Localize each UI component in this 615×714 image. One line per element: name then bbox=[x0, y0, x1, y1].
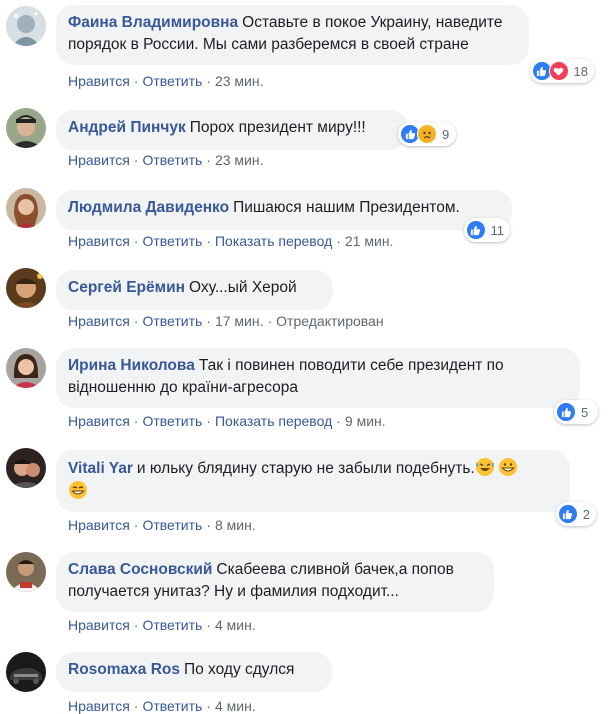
reaction-count: 9 bbox=[442, 126, 450, 142]
avatar[interactable] bbox=[6, 268, 46, 308]
like-icon bbox=[556, 402, 576, 422]
reply-link[interactable]: Ответить bbox=[142, 152, 202, 168]
comment-actions: Нравится · Ответить · 23 мин. bbox=[68, 73, 264, 89]
reply-link[interactable]: Ответить bbox=[142, 698, 202, 714]
like-link[interactable]: Нравится bbox=[68, 517, 130, 533]
timestamp[interactable]: 23 мин. bbox=[215, 73, 264, 89]
reply-link[interactable]: Ответить bbox=[142, 413, 202, 429]
comment-author[interactable]: Андрей Пинчук bbox=[68, 119, 186, 136]
comment-author[interactable]: Ирина Николова bbox=[68, 357, 195, 374]
reply-link[interactable]: Ответить bbox=[142, 617, 202, 633]
avatar[interactable] bbox=[6, 188, 46, 228]
comment-bubble: Андрей Пинчук Порох президент миру!!! bbox=[56, 110, 408, 150]
like-link[interactable]: Нравится bbox=[68, 73, 130, 89]
comment-text: Скабеева сливной бачек,а попов bbox=[216, 561, 454, 578]
comment-actions: Нравится · Ответить · 23 мин. bbox=[68, 152, 264, 168]
reaction-summary[interactable]: 9 bbox=[398, 122, 456, 146]
comment-text: Оху...ый Херой bbox=[188, 279, 297, 296]
like-icon bbox=[558, 504, 578, 524]
timestamp[interactable]: 4 мин. bbox=[215, 698, 256, 714]
comment-actions: Нравится · Ответить · 8 мин. bbox=[68, 517, 256, 533]
comment-author[interactable]: Фаина Владимировна bbox=[68, 14, 238, 31]
comment-text: получается унитаз? Ну и фамилия подходит… bbox=[68, 583, 399, 600]
comment-text: порядок в России. Мы сами разберемся в с… bbox=[68, 36, 469, 53]
translate-link[interactable]: Показать перевод bbox=[215, 233, 332, 249]
grinning-emoji bbox=[498, 458, 517, 476]
avatar[interactable] bbox=[6, 652, 46, 692]
avatar[interactable] bbox=[6, 552, 46, 592]
comment-actions: Нравится · Ответить · 17 мин. · Отредактирован bbox=[68, 313, 384, 329]
comment-actions: Нравится · Ответить · Показать перевод · 21 ми… bbox=[68, 233, 394, 249]
comment-text: Порох президент миру!!! bbox=[189, 119, 366, 136]
reaction-summary[interactable]: 11 bbox=[464, 218, 510, 242]
reply-link[interactable]: Ответить bbox=[142, 73, 202, 89]
avatar[interactable] bbox=[6, 348, 46, 388]
like-link[interactable]: Нравится bbox=[68, 413, 130, 429]
comment-actions: Нравится · Ответить · 4 мин. bbox=[68, 617, 256, 633]
like-link[interactable]: Нравится bbox=[68, 233, 130, 249]
translate-link[interactable]: Показать перевод bbox=[215, 413, 332, 429]
comment-bubble: Сергей Ерёмин Оху...ый Херой bbox=[56, 270, 333, 310]
reply-link[interactable]: Ответить bbox=[142, 517, 202, 533]
like-link[interactable]: Нравится bbox=[68, 152, 130, 168]
comment-author[interactable]: Vitali Yar bbox=[68, 460, 133, 477]
reaction-summary[interactable]: 18 bbox=[530, 59, 594, 83]
timestamp[interactable]: 23 мин. bbox=[215, 152, 264, 168]
comment-author[interactable]: Слава Сосновский bbox=[68, 561, 212, 578]
reaction-count: 5 bbox=[581, 404, 589, 420]
rolling-laughing-emoji bbox=[475, 458, 494, 476]
like-link[interactable]: Нравится bbox=[68, 617, 130, 633]
comment-bubble: Людмила Давиденко Пишаюся нашим Президент… bbox=[56, 190, 512, 230]
beaming-emoji bbox=[69, 481, 87, 499]
comment-author[interactable]: Rosomaxa Ros bbox=[68, 661, 180, 678]
avatar[interactable] bbox=[6, 108, 46, 148]
avatar[interactable] bbox=[6, 448, 46, 488]
comment-actions: Нравится · Ответить · Показать перевод · 9 мин… bbox=[68, 413, 386, 429]
timestamp[interactable]: 8 мин. bbox=[215, 517, 256, 533]
comment-text: Пишаюся нашим Президентом. bbox=[233, 199, 460, 216]
reaction-summary[interactable]: 5 bbox=[554, 400, 598, 424]
reply-link[interactable]: Ответить bbox=[142, 313, 202, 329]
like-link[interactable]: Нравится bbox=[68, 698, 130, 714]
timestamp[interactable]: 9 мин. bbox=[345, 413, 386, 429]
comment-bubble: Rosomaxa Ros По ходу сдулся bbox=[56, 652, 332, 692]
sad-icon bbox=[417, 124, 437, 144]
timestamp[interactable]: 4 мин. bbox=[215, 617, 256, 633]
avatar[interactable] bbox=[6, 6, 46, 46]
reply-link[interactable]: Ответить bbox=[142, 233, 202, 249]
reaction-count: 11 bbox=[490, 222, 505, 238]
comment-author[interactable]: Сергей Ерёмин bbox=[68, 279, 185, 296]
comment-bubble: Ирина Николова Так і повинен поводити себ… bbox=[56, 348, 580, 408]
reaction-count: 18 bbox=[573, 63, 588, 79]
comment-bubble: Vitali Yar и юльку блядину старую не забы… bbox=[56, 450, 570, 512]
love-icon bbox=[548, 61, 569, 81]
like-icon bbox=[466, 220, 486, 240]
timestamp[interactable]: 17 мин. bbox=[215, 313, 264, 329]
comment-text: відношенню до країни-агресора bbox=[68, 379, 298, 396]
edited-label[interactable]: Отредактирован bbox=[276, 313, 383, 329]
comment-text: Оставьте в покое Украину, наведите bbox=[242, 14, 503, 31]
reaction-summary[interactable]: 2 bbox=[556, 502, 596, 526]
comment-text: Так і повинен поводити себе президент по bbox=[198, 357, 504, 374]
like-link[interactable]: Нравится bbox=[68, 313, 130, 329]
comment-bubble: Фаина Владимировна Оставьте в покое Украи… bbox=[56, 5, 529, 65]
comment-text: По ходу сдулся bbox=[183, 661, 295, 678]
comment-bubble: Слава Сосновский Скабеева сливной бачек,а… bbox=[56, 552, 494, 612]
comment-actions: Нравится · Ответить · 4 мин. bbox=[68, 698, 256, 714]
comment-text: и юльку блядину старую не забыли подебну… bbox=[136, 460, 475, 477]
timestamp[interactable]: 21 мин. bbox=[345, 233, 394, 249]
comment-author[interactable]: Людмила Давиденко bbox=[68, 199, 229, 216]
reaction-count: 2 bbox=[582, 506, 590, 522]
